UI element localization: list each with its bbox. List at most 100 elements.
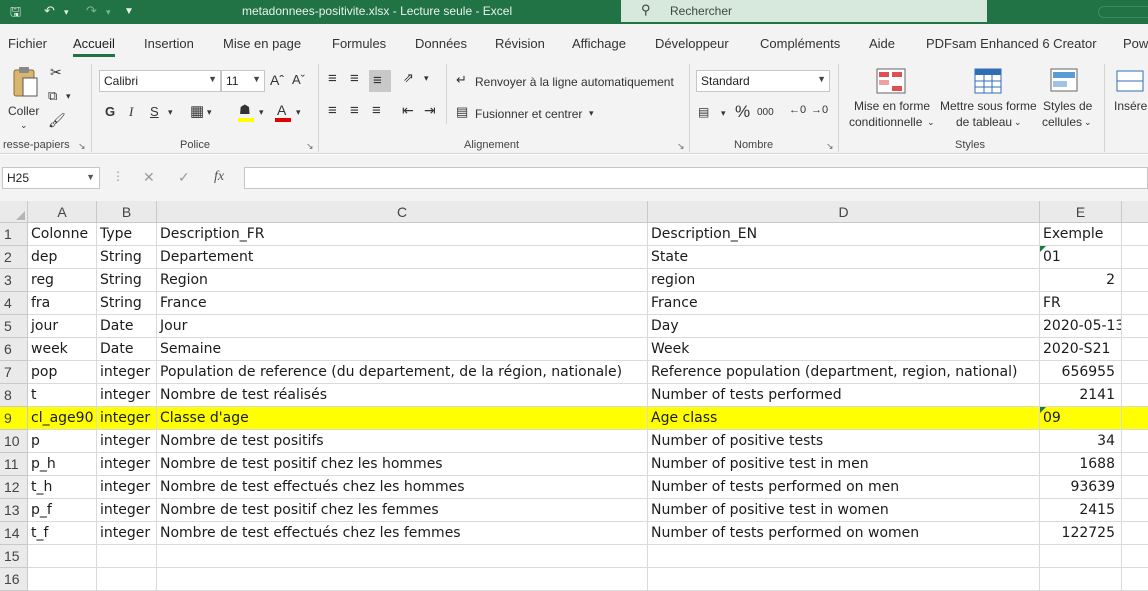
fill-dropdown-icon[interactable]: ▾ — [259, 107, 264, 118]
cell-b12[interactable]: integer — [97, 476, 157, 499]
row-header[interactable]: 9 — [0, 407, 28, 430]
cell-c1[interactable]: Description_FR — [157, 223, 648, 246]
cell-b2[interactable]: String — [97, 246, 157, 269]
row-header[interactable]: 7 — [0, 361, 28, 384]
cell-c14[interactable]: Nombre de test effectués chez les femmes — [157, 522, 648, 545]
cell-d9[interactable]: Age class — [648, 407, 1040, 430]
tab-complements[interactable]: Compléments — [760, 36, 840, 51]
cell-f6[interactable] — [1122, 338, 1148, 361]
accounting-dropdown-icon[interactable]: ▾ — [721, 108, 726, 119]
cell-f11[interactable] — [1122, 453, 1148, 476]
align-center-icon[interactable]: ≡ — [350, 102, 359, 119]
cell-f1[interactable] — [1122, 223, 1148, 246]
cell-b5[interactable]: Date — [97, 315, 157, 338]
column-header-b[interactable]: B — [97, 201, 157, 223]
merge-icon[interactable]: ▤ — [456, 104, 468, 120]
cell-a2[interactable]: dep — [28, 246, 97, 269]
cell-d10[interactable]: Number of positive tests — [648, 430, 1040, 453]
cell-d3[interactable]: region — [648, 269, 1040, 292]
cell-d2[interactable]: State — [648, 246, 1040, 269]
cell-a8[interactable]: t — [28, 384, 97, 407]
borders-icon[interactable]: ▦ — [190, 102, 204, 120]
enter-icon[interactable]: ✓ — [178, 169, 190, 186]
number-format-select[interactable]: Standard ▼ — [696, 70, 830, 92]
cell-d5[interactable]: Day — [648, 315, 1040, 338]
increase-indent-icon[interactable]: ⇥ — [424, 102, 436, 119]
align-bottom-button[interactable]: ≡ — [369, 70, 391, 92]
cell-f12[interactable] — [1122, 476, 1148, 499]
cell-e15[interactable] — [1040, 545, 1122, 568]
row-header[interactable]: 14 — [0, 522, 28, 545]
cell-c7[interactable]: Population de reference (du departement,… — [157, 361, 648, 384]
cell-a9[interactable]: cl_age90 — [28, 407, 97, 430]
cell-e9[interactable]: 09 — [1040, 407, 1122, 430]
copy-dropdown-icon[interactable]: ▾ — [66, 91, 71, 102]
account-area[interactable] — [1098, 6, 1148, 18]
column-header-e[interactable]: E — [1040, 201, 1122, 223]
cell-f15[interactable] — [1122, 545, 1148, 568]
cell-a5[interactable]: jour — [28, 315, 97, 338]
cell-a4[interactable]: fra — [28, 292, 97, 315]
cell-e12[interactable]: 93639 — [1040, 476, 1122, 499]
cell-f8[interactable] — [1122, 384, 1148, 407]
row-header[interactable]: 4 — [0, 292, 28, 315]
cell-c9[interactable]: Classe d'age — [157, 407, 648, 430]
redo-dropdown-icon[interactable]: ▾ — [106, 7, 111, 18]
merge-dropdown-icon[interactable]: ▾ — [589, 108, 594, 119]
cell-b3[interactable]: String — [97, 269, 157, 292]
wrap-text-icon[interactable]: ↵ — [456, 72, 467, 88]
align-middle-icon[interactable]: ≡ — [350, 70, 359, 87]
orientation-dropdown-icon[interactable]: ▾ — [424, 73, 429, 84]
row-header[interactable]: 16 — [0, 568, 28, 591]
cell-e14[interactable]: 122725 — [1040, 522, 1122, 545]
tab-formules[interactable]: Formules — [332, 36, 386, 51]
cell-e1[interactable]: Exemple — [1040, 223, 1122, 246]
insert-function-icon[interactable]: fx — [214, 169, 224, 185]
cell-d1[interactable]: Description_EN — [648, 223, 1040, 246]
tab-power[interactable]: Pow — [1123, 36, 1148, 51]
row-header[interactable]: 6 — [0, 338, 28, 361]
cell-a15[interactable] — [28, 545, 97, 568]
resize-handle-icon[interactable]: ⋮ — [112, 169, 124, 183]
cell-a7[interactable]: pop — [28, 361, 97, 384]
row-header[interactable]: 13 — [0, 499, 28, 522]
tab-donnees[interactable]: Données — [415, 36, 467, 51]
row-header[interactable]: 11 — [0, 453, 28, 476]
underline-dropdown-icon[interactable]: ▾ — [168, 107, 173, 118]
cell-b14[interactable]: integer — [97, 522, 157, 545]
formula-input[interactable] — [244, 167, 1148, 189]
row-header[interactable]: 12 — [0, 476, 28, 499]
cell-d13[interactable]: Number of positive test in women — [648, 499, 1040, 522]
cell-b9[interactable]: integer — [97, 407, 157, 430]
tab-aide[interactable]: Aide — [869, 36, 895, 51]
save-icon[interactable]: 🖫 — [10, 3, 21, 25]
column-header-f[interactable] — [1122, 201, 1148, 223]
cell-d11[interactable]: Number of positive test in men — [648, 453, 1040, 476]
row-header[interactable]: 3 — [0, 269, 28, 292]
cell-f10[interactable] — [1122, 430, 1148, 453]
cell-a14[interactable]: t_f — [28, 522, 97, 545]
paste-button[interactable]: Coller ⌄ — [6, 64, 42, 130]
cell-c11[interactable]: Nombre de test positif chez les hommes — [157, 453, 648, 476]
undo-icon[interactable]: ↶ — [44, 3, 55, 19]
cell-c10[interactable]: Nombre de test positifs — [157, 430, 648, 453]
customize-toolbar-icon[interactable]: ▼ — [124, 6, 134, 17]
cell-d14[interactable]: Number of tests performed on women — [648, 522, 1040, 545]
tab-revision[interactable]: Révision — [495, 36, 545, 51]
row-header[interactable]: 2 — [0, 246, 28, 269]
cell-f7[interactable] — [1122, 361, 1148, 384]
font-color-icon[interactable]: A — [275, 102, 291, 122]
alignment-launcher-icon[interactable]: ↘ — [677, 141, 685, 152]
cell-b15[interactable] — [97, 545, 157, 568]
cell-b10[interactable]: integer — [97, 430, 157, 453]
cell-e11[interactable]: 1688 — [1040, 453, 1122, 476]
tab-fichier[interactable]: Fichier — [8, 36, 47, 51]
cell-b1[interactable]: Type — [97, 223, 157, 246]
cell-e5[interactable]: 2020-05-13 — [1040, 315, 1122, 338]
cell-a10[interactable]: p — [28, 430, 97, 453]
row-header[interactable]: 10 — [0, 430, 28, 453]
cell-c13[interactable]: Nombre de test positif chez les femmes — [157, 499, 648, 522]
cell-e16[interactable] — [1040, 568, 1122, 591]
cell-a16[interactable] — [28, 568, 97, 591]
cell-e6[interactable]: 2020-S21 — [1040, 338, 1122, 361]
